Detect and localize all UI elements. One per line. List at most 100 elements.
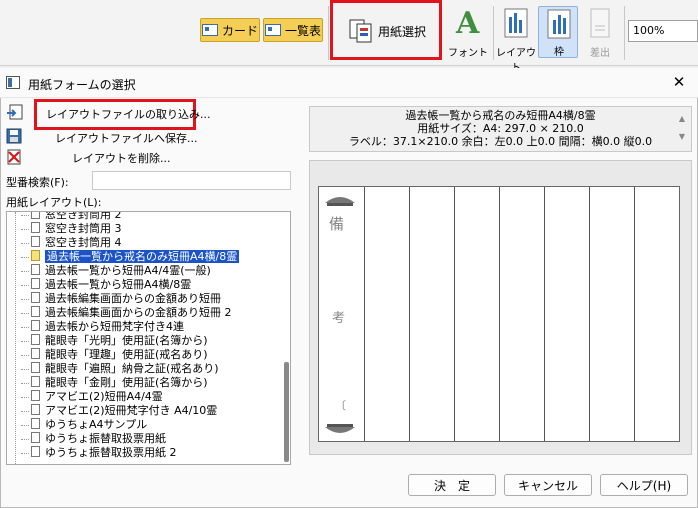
document-icon [31,212,40,219]
zoom-select[interactable]: 100% [628,20,698,42]
document-icon [31,250,40,261]
tree-connector [21,424,29,426]
layout-list-item-label: 龍眼寺「金剛」使用証(名簿から) [45,376,208,389]
layout-list-item[interactable]: ゆうちょA4サンプル [21,418,147,432]
card-button[interactable]: カード [200,18,260,42]
document-icon [31,236,40,247]
tree-connector [21,312,29,314]
document-icon [31,432,40,443]
cancel-label: キャンセル [517,478,578,493]
dialog-title: 用紙フォームの選択 [28,78,136,92]
ok-label: 決 定 [433,478,470,493]
tree-connector [21,242,29,244]
list-label: 一覧表 [284,23,321,38]
document-icon [31,292,40,303]
diff-button[interactable]: 差出 [580,4,620,62]
font-button[interactable]: A フォント [448,4,488,62]
import-layout-button[interactable]: レイアウトファイルの取り込み... [46,106,211,122]
layout-list-item[interactable]: 過去帳一覧から戒名のみ短冊A4横/8霊 [21,250,240,264]
layout-list-item[interactable]: 窓空き封筒用 2 [21,211,122,222]
frame-button[interactable]: 枠 [538,6,578,58]
font-label: フォント [448,48,488,59]
preview-text-mid: 考 [332,311,346,326]
model-search-input[interactable] [92,171,291,190]
layout-list-item[interactable]: 過去帳から短冊梵字付き4連 [21,320,184,334]
layout-list-item-label: 窓空き封筒用 2 [45,211,122,221]
layout-list-item[interactable]: 窓空き封筒用 3 [21,222,122,236]
document-icon [31,418,40,429]
font-icon: A [456,6,480,41]
preview-text-top: 備 [329,215,345,233]
delete-layout-button[interactable]: レイアウトを削除... [72,150,171,166]
list-scrollbar-thumb[interactable] [284,362,289,462]
delete-layout-label: レイアウトを削除... [72,152,171,165]
layout-list[interactable]: 窓空き封筒用 2 窓空き封筒用 3 窓空き封筒用 4 過去帳一覧から戒名のみ短冊A4横… [6,211,291,465]
layout-list-item[interactable]: ゆうちょ振替取扱票用紙 [21,432,166,446]
layout-list-item[interactable]: 龍眼寺「遍照」納骨之証(戒名あり) [21,362,219,376]
tree-connector [21,368,29,370]
preview-sheet: 備 考 〔 [318,186,680,442]
tree-connector [21,298,29,300]
import-layout-label: レイアウトファイルの取り込み... [46,108,211,121]
layout-button[interactable]: レイアウト [496,4,536,74]
cancel-button[interactable]: キャンセル [504,474,592,496]
diff-label: 差出 [590,48,610,59]
document-icon [31,404,40,415]
layout-list-item[interactable]: ゆうちょ振替取扱票用紙 2 [21,446,177,460]
layout-list-item[interactable]: アマビエ(2)短冊梵字付き A4/10霊 [21,404,217,418]
layout-list-item-label: 窓空き封筒用 3 [45,222,122,235]
ok-button[interactable]: 決 定 [408,474,496,496]
tree-connector [21,438,29,440]
layout-list-item[interactable]: 過去帳一覧から短冊A4/4霊(一般) [21,264,211,278]
list-icon [264,24,281,36]
list-button[interactable]: 一覧表 [263,18,323,42]
layout-list-item[interactable]: 龍眼寺「金剛」使用証(名簿から) [21,376,208,390]
tree-connector [21,326,29,328]
info-label-spec: ラベル：37.1×210.0 余白：左0.0 上0.0 間隔：横0.0 縦0.0 [348,135,653,148]
layout-list-item[interactable]: 過去帳編集画面からの金額あり短冊 [21,292,221,306]
tree-connector [21,354,29,356]
delete-icon [7,149,21,165]
search-label: 型番検索(F): [6,176,69,189]
frame-label: 枠 [554,47,564,58]
document-icon [31,334,40,345]
preview-label-divider [409,187,410,441]
layout-list-item[interactable]: 龍眼寺「光明」使用証(名簿から) [21,334,208,348]
layout-list-item[interactable]: 過去帳編集画面からの金額あり短冊 2 [21,306,232,320]
layout-list-item[interactable]: 龍眼寺「理趣」使用証(戒名あり) [21,348,208,362]
card-label: カード [221,23,258,38]
document-icon [31,306,40,317]
document-icon [31,362,40,373]
layout-list-item[interactable]: 窓空き封筒用 4 [21,236,122,250]
help-label: ヘルプ(H) [616,478,672,493]
toolbar: カード 一覧表 用紙選択 A フォント レイアウト [0,0,698,74]
import-icon [7,104,23,120]
paper-select-button[interactable]: 用紙選択 [338,14,436,48]
card-icon [201,24,218,36]
tree-connector [21,410,29,412]
save-icon [6,128,22,144]
preview-label-divider [364,187,365,441]
layout-list-item[interactable]: アマビエ(2)短冊A4/4霊 [21,390,163,404]
help-button[interactable]: ヘルプ(H) [600,474,688,496]
layout-list-item-label: ゆうちょA4サンプル [45,418,148,431]
info-scrollbar[interactable]: ▲ ▼ [676,110,688,148]
close-button[interactable]: ✕ [668,72,690,92]
layout-list-label: 用紙レイアウト(L): [6,196,102,209]
layout-icon [504,8,528,38]
document-icon [31,446,40,457]
layout-list-item-label: 過去帳編集画面からの金額あり短冊 2 [45,306,232,319]
dialog-app-icon [6,76,20,89]
document-icon [31,222,40,233]
lotus-bottom-icon [325,424,355,433]
layout-list-item-label: 窓空き封筒用 4 [45,236,122,249]
layout-list-item-label: アマビエ(2)短冊A4/4霊 [45,390,163,403]
tree-connector [21,214,29,216]
tree-connector [21,382,29,384]
preview-label-divider [589,187,590,441]
toolbar-separator [624,6,625,60]
layout-list-item-label: 過去帳から短冊梵字付き4連 [45,320,184,333]
tree-line [15,212,16,464]
save-layout-button[interactable]: レイアウトファイルへ保存... [55,130,198,146]
layout-list-item[interactable]: 過去帳一覧から短冊A4横/8霊 [21,278,191,292]
